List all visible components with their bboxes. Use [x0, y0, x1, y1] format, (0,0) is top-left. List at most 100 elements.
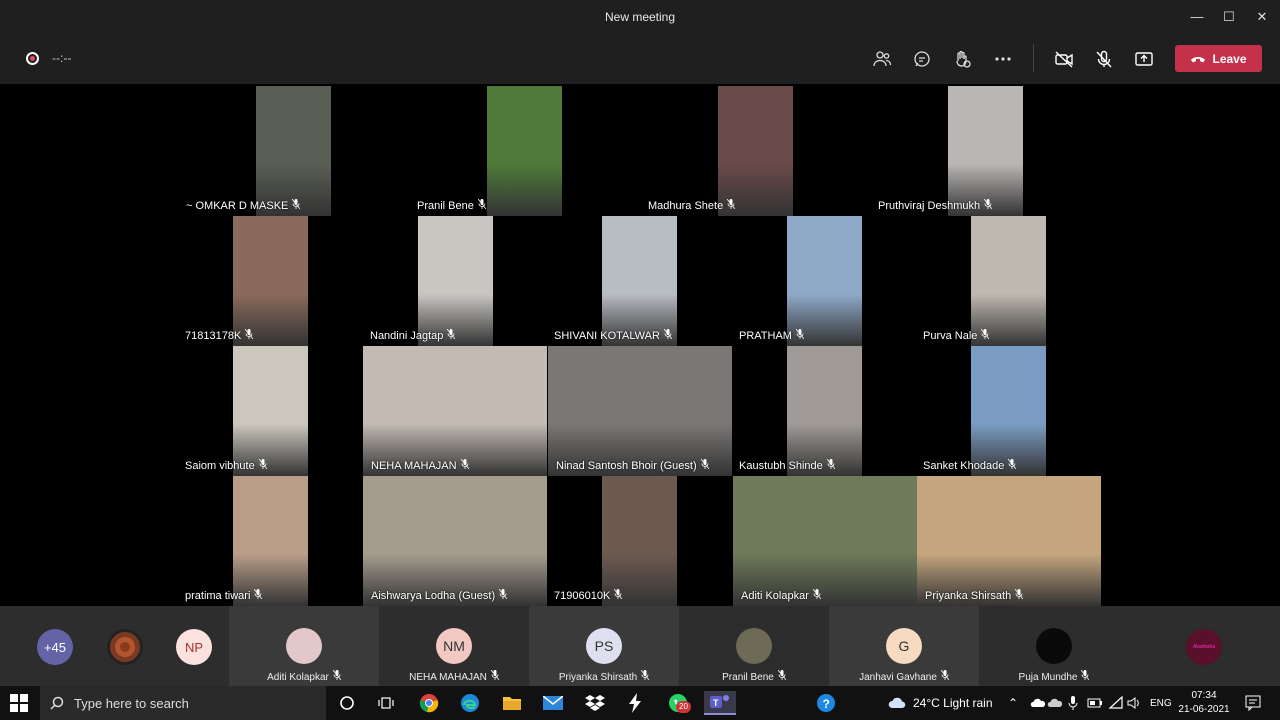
video-tile[interactable]: 71906010K — [554, 476, 677, 606]
wifi-icon[interactable] — [1108, 696, 1124, 710]
search-icon — [50, 696, 64, 710]
edge-taskbar-button[interactable] — [458, 691, 482, 715]
svg-text:?: ? — [823, 697, 830, 711]
participant-name: Sanket Khodade — [923, 458, 1017, 472]
video-tile[interactable]: Aishwarya Lodha (Guest) — [363, 476, 547, 606]
roster-participant[interactable]: NM NEHA MAHAJAN — [379, 606, 529, 686]
muted-mic-icon — [292, 198, 301, 211]
roster-participant-name: NEHA MAHAJAN — [379, 669, 529, 683]
battery-icon[interactable] — [1087, 698, 1103, 708]
video-feed — [733, 476, 917, 606]
meeting-toolbar: --:-- Leave — [0, 34, 1280, 84]
video-tile[interactable]: Aditi Kolapkar — [733, 476, 917, 606]
weather-text[interactable]: 24°C Light rain — [913, 696, 993, 710]
participant-name: Nandini Jagtap — [370, 328, 456, 342]
profile-picture-icon — [115, 637, 135, 657]
task-view-button[interactable] — [374, 691, 398, 715]
participant-name-label: Pranil Bene — [417, 200, 474, 212]
video-feed — [233, 216, 308, 346]
video-tile[interactable]: Purva Nale — [923, 216, 1046, 346]
teams-icon: T — [710, 695, 729, 708]
help-taskbar-button[interactable]: ? — [814, 691, 838, 715]
video-tile[interactable]: 71813178K — [185, 216, 308, 346]
roster-participant[interactable]: Aditi Kolapkar — [229, 606, 379, 686]
more-icon — [995, 57, 1011, 61]
app-taskbar-button[interactable] — [623, 691, 647, 715]
notifications-icon[interactable] — [1245, 695, 1261, 711]
participant-name: pratima tiwari — [185, 588, 263, 602]
file-explorer-taskbar-button[interactable] — [500, 691, 524, 715]
mail-taskbar-button[interactable] — [541, 691, 565, 715]
video-tile[interactable]: SHIVANI KOTALWAR — [554, 216, 677, 346]
cortana-button[interactable] — [335, 691, 359, 715]
chat-button[interactable] — [909, 46, 935, 72]
video-tile[interactable]: PRATHAM — [739, 216, 862, 346]
dropbox-taskbar-button[interactable] — [583, 691, 607, 715]
close-button[interactable]: ✕ — [1251, 6, 1273, 28]
video-tile[interactable]: Nandini Jagtap — [370, 216, 493, 346]
video-feed — [233, 476, 308, 606]
windows-logo-icon — [10, 694, 28, 712]
participant-name: Pranil Bene — [417, 198, 487, 212]
roster-participant[interactable]: PS Priyanka Shirsath — [529, 606, 679, 686]
video-tile[interactable]: Saiom vibhute — [185, 346, 308, 476]
video-feed — [971, 216, 1046, 346]
dropbox-icon — [585, 695, 605, 711]
more-actions-button[interactable] — [990, 46, 1016, 72]
share-screen-button[interactable] — [1131, 46, 1157, 72]
participant-name-label: Aishwarya Lodha (Guest) — [371, 590, 496, 602]
teams-taskbar-button[interactable]: T — [704, 691, 736, 715]
whatsapp-taskbar-button[interactable]: 20 — [666, 691, 691, 715]
roster-participant[interactable]: Puja Mundhe — [979, 606, 1129, 686]
video-tile[interactable]: Sanket Khodade — [923, 346, 1046, 476]
mic-off-icon — [1096, 50, 1112, 68]
video-feed — [948, 86, 1023, 216]
muted-mic-icon — [613, 588, 623, 601]
video-tile[interactable]: ~ OMKAR D MASKE — [186, 86, 331, 216]
taskbar-clock[interactable]: 07:34 21-06-2021 — [1176, 689, 1232, 717]
show-hidden-icons-button[interactable]: ⌃ — [1008, 696, 1018, 710]
video-tile[interactable]: Priyanka Shirsath — [917, 476, 1101, 606]
onedrive-icon[interactable] — [1047, 697, 1063, 708]
video-tile[interactable]: pratima tiwari — [185, 476, 308, 606]
language-indicator[interactable]: ENG — [1150, 698, 1172, 709]
roster-participant[interactable]: Pranil Bene — [679, 606, 829, 686]
reactions-button[interactable] — [949, 46, 975, 72]
avatar[interactable] — [107, 629, 143, 665]
maximize-button[interactable]: ☐ — [1218, 6, 1240, 28]
participant-strip: +45 NP Aditi Kolapkar NM NEHA MAHAJAN PS Pri… — [0, 606, 1280, 686]
windows-start-button[interactable] — [10, 694, 28, 712]
avatar[interactable]: NP — [176, 629, 212, 665]
roster-participant[interactable]: G Janhavi Gavhane — [829, 606, 979, 686]
video-tile[interactable]: NEHA MAHAJAN — [363, 346, 547, 476]
video-feed — [602, 216, 677, 346]
video-tile[interactable]: Pruthviraj Deshmukh — [878, 86, 1023, 216]
minimize-button[interactable]: — — [1186, 6, 1208, 28]
mic-toggle-button[interactable] — [1091, 46, 1117, 72]
video-tile[interactable]: Madhura Shete — [648, 86, 793, 216]
camera-toggle-button[interactable] — [1051, 46, 1077, 72]
mail-icon — [543, 696, 563, 710]
video-tile[interactable]: Pranil Bene — [417, 86, 562, 216]
chrome-taskbar-button[interactable] — [417, 691, 441, 715]
microphone-tray-icon[interactable] — [1068, 696, 1078, 710]
video-tile[interactable]: Ninad Santosh Bhoir (Guest) — [548, 346, 732, 476]
cloud-icon[interactable] — [1030, 697, 1046, 708]
participant-name-label: ~ OMKAR D MASKE — [186, 200, 289, 212]
video-tile[interactable]: Kaustubh Shinde — [739, 346, 862, 476]
overflow-participants-button[interactable]: +45 — [37, 629, 73, 665]
leave-button[interactable]: Leave — [1175, 45, 1262, 72]
avatar — [1036, 628, 1072, 664]
roster-participant-name: Priyanka Shirsath — [529, 669, 679, 683]
participant-name-label: 71906010K — [554, 590, 611, 602]
participant-name: Purva Nale — [923, 328, 990, 342]
taskbar-search-box[interactable]: Type here to search — [40, 686, 326, 720]
volume-icon[interactable] — [1127, 696, 1143, 710]
participants-button[interactable] — [869, 46, 895, 72]
participant-name-label: Pruthviraj Deshmukh — [878, 200, 981, 212]
notification-badge: 20 — [676, 701, 691, 713]
video-stage: ~ OMKAR D MASKE Pranil Bene Madhura Shete P… — [4, 86, 1276, 606]
hang-up-icon — [1191, 56, 1206, 62]
roster-participant-name: Pranil Bene — [679, 669, 829, 683]
avatar[interactable]: Akanksha — [1186, 629, 1222, 665]
